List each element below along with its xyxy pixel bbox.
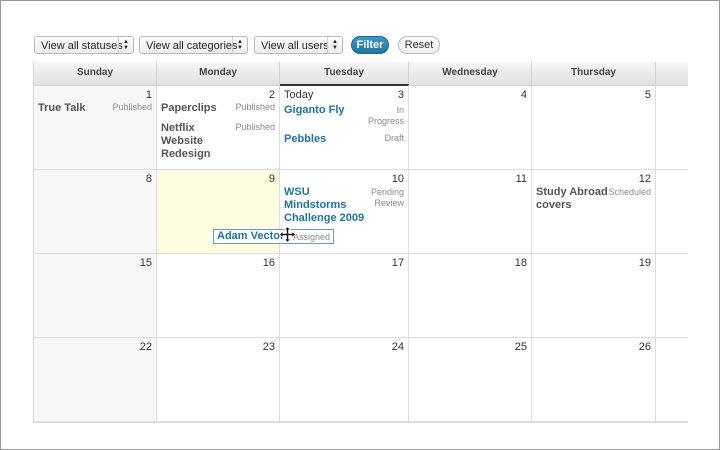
post-status-line: Review xyxy=(374,198,404,208)
day-cell[interactable]: 19 xyxy=(532,254,656,338)
day-cell[interactable]: 15 xyxy=(34,254,157,338)
post-title-line: Redesign xyxy=(161,148,211,160)
day-number: 3 xyxy=(397,89,404,101)
day-number: 4 xyxy=(520,89,527,101)
day-cell[interactable]: 25 xyxy=(409,338,532,422)
reset-button[interactable]: Reset xyxy=(398,36,440,54)
day-cell[interactable]: 2 Paperclips Published Netflix Website R… xyxy=(157,86,280,170)
post-wsu-mindstorms[interactable]: WSU Mindstorms Challenge 2009 Pending Re… xyxy=(284,186,404,228)
post-status: Assigned xyxy=(292,232,330,242)
day-number: 5 xyxy=(644,89,651,101)
post-status: Scheduled xyxy=(608,187,651,197)
day-number: 17 xyxy=(391,257,404,269)
status-filter-select[interactable]: View all statuses ▲ ▼ xyxy=(34,36,134,54)
day-number: 25 xyxy=(514,341,527,353)
post-title-line: Netflix xyxy=(161,122,195,134)
filter-button[interactable]: Filter xyxy=(351,36,389,54)
day-number: 23 xyxy=(262,341,275,353)
day-number: 1 xyxy=(145,89,152,101)
post-status-line: Pending xyxy=(370,187,404,197)
day-number: 9 xyxy=(268,173,275,185)
post-title-line: Study Abroad xyxy=(536,186,608,198)
day-header-wednesday: Wednesday xyxy=(409,62,532,85)
post-title-line: WSU xyxy=(284,186,310,198)
day-number: 19 xyxy=(638,257,651,269)
post-giganto-fly[interactable]: Giganto Fly In Progress xyxy=(284,104,404,130)
post-title: Adam Vector xyxy=(217,230,285,242)
day-cell-partial[interactable] xyxy=(656,254,688,338)
day-header-thursday: Thursday xyxy=(532,62,656,85)
post-status: Published xyxy=(235,122,275,132)
category-filter-select[interactable]: View all categories ▲ ▼ xyxy=(139,36,248,54)
user-filter-label: View all users xyxy=(261,40,329,52)
day-cell[interactable]: 24 xyxy=(280,338,409,422)
day-cell[interactable]: 8 xyxy=(34,170,157,254)
day-cell-partial[interactable] xyxy=(656,170,688,254)
day-header-sunday: Sunday xyxy=(34,62,157,85)
day-cell-partial[interactable] xyxy=(656,338,688,422)
day-cell[interactable]: 12 Study Abroad covers Scheduled xyxy=(532,170,656,254)
user-filter-select[interactable]: View all users ▲ ▼ xyxy=(254,36,343,54)
post-title: Giganto Fly xyxy=(284,104,345,116)
day-cell[interactable]: 16 xyxy=(157,254,280,338)
day-number: 24 xyxy=(391,341,404,353)
category-filter-label: View all categories xyxy=(146,40,238,52)
today-label: Today xyxy=(284,89,314,101)
day-cell[interactable]: 4 xyxy=(409,86,532,170)
post-title: Pebbles xyxy=(284,133,327,145)
post-status: Published xyxy=(235,102,275,112)
post-status-line: In xyxy=(396,105,404,115)
post-status-line: Progress xyxy=(367,116,404,126)
move-cursor-icon xyxy=(279,226,296,243)
day-cell[interactable]: 1 True Talk Published xyxy=(34,86,157,170)
post-title-line: covers xyxy=(536,199,572,211)
day-number: 8 xyxy=(145,173,152,185)
calendar-grid: Sunday Monday Tuesday Wednesday Thursday… xyxy=(33,62,688,423)
day-header-tuesday: Tuesday xyxy=(280,62,409,85)
post-pebbles[interactable]: Pebbles Draft xyxy=(284,133,404,147)
day-number: 16 xyxy=(262,257,275,269)
day-cell[interactable]: 23 xyxy=(157,338,280,422)
post-title-line: Challenge 2009 xyxy=(284,212,365,224)
calendar-header: Sunday Monday Tuesday Wednesday Thursday xyxy=(34,62,688,86)
day-cell[interactable]: 26 xyxy=(532,338,656,422)
day-cell-today[interactable]: Today 3 Giganto Fly In Progress Pebbles … xyxy=(280,84,409,170)
day-cell[interactable]: 17 xyxy=(280,254,409,338)
day-cell[interactable]: 18 xyxy=(409,254,532,338)
day-header-monday: Monday xyxy=(157,62,280,85)
post-status: Published xyxy=(112,102,152,112)
day-cell[interactable]: 22 xyxy=(34,338,157,422)
day-number: 22 xyxy=(139,341,152,353)
select-arrows-icon: ▲ ▼ xyxy=(232,37,247,53)
post-true-talk[interactable]: True Talk Published xyxy=(38,102,152,116)
day-number: 26 xyxy=(638,341,651,353)
day-cell[interactable]: 5 xyxy=(532,86,656,170)
post-title-line: Mindstorms xyxy=(284,199,347,211)
select-arrows-icon: ▲ ▼ xyxy=(327,37,342,53)
post-title: True Talk xyxy=(38,102,86,114)
day-number: 15 xyxy=(139,257,152,269)
day-number: 2 xyxy=(268,89,275,101)
dragged-post-adam-vector[interactable]: Adam Vector Assigned xyxy=(213,229,334,244)
status-filter-label: View all statuses xyxy=(41,40,123,52)
day-number: 11 xyxy=(515,173,527,185)
day-cell[interactable]: 11 xyxy=(409,170,532,254)
post-netflix-website-redesign[interactable]: Netflix Website Redesign Published xyxy=(161,122,275,164)
day-number: 12 xyxy=(638,173,651,185)
day-cell-partial[interactable] xyxy=(656,86,688,170)
day-number: 10 xyxy=(391,173,404,185)
day-number: 18 xyxy=(514,257,527,269)
post-study-abroad-covers[interactable]: Study Abroad covers Scheduled xyxy=(536,186,651,214)
post-status: Draft xyxy=(384,133,404,143)
post-title-line: Website xyxy=(161,135,203,147)
post-paperclips[interactable]: Paperclips Published xyxy=(161,102,275,116)
day-header-friday-partial xyxy=(656,62,688,85)
post-title: Paperclips xyxy=(161,102,217,114)
select-arrows-icon: ▲ ▼ xyxy=(118,37,133,53)
